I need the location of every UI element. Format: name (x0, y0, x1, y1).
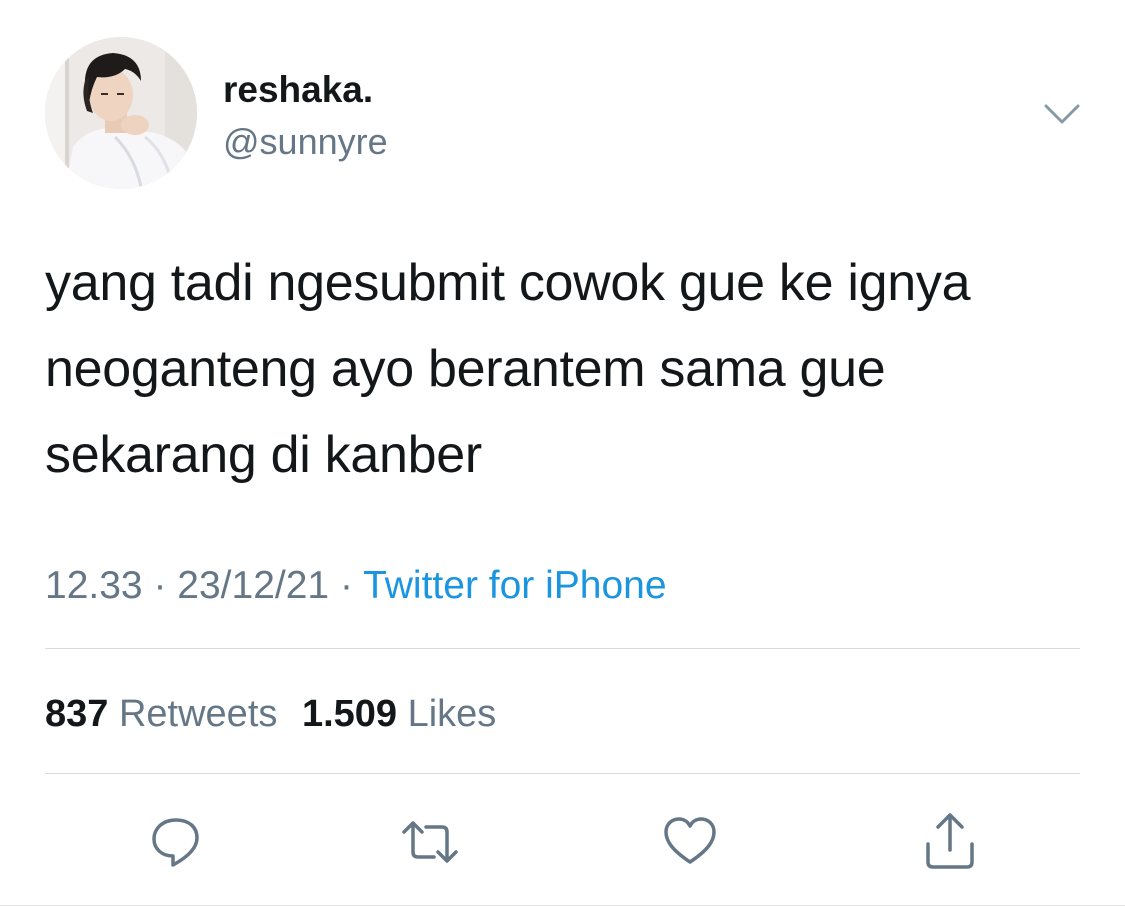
tweet-time: 12.33 (45, 564, 143, 607)
tweet-meta: 12.33 · 23/12/21 · Twitter for iPhone (45, 562, 667, 610)
likes-stat[interactable]: 1.509 Likes (302, 693, 496, 735)
likes-count: 1.509 (301, 693, 398, 735)
meta-separator: · (339, 564, 353, 607)
likes-label: Likes (407, 693, 497, 735)
retweets-label: Retweets (118, 693, 278, 735)
retweet-icon (402, 821, 458, 863)
chevron-down-icon (1044, 104, 1080, 124)
retweets-count: 837 (45, 693, 109, 735)
display-name[interactable]: reshaka. (223, 68, 373, 112)
more-options-button[interactable] (1040, 96, 1084, 132)
tweet-date: 23/12/21 (177, 564, 330, 607)
engagement-stats: 837 Retweets 1.509 Likes (45, 690, 496, 738)
share-icon (926, 813, 974, 869)
like-icon (664, 817, 716, 864)
reply-button[interactable] (146, 812, 206, 872)
share-button[interactable] (920, 812, 980, 872)
like-button[interactable] (660, 812, 720, 872)
divider (45, 648, 1080, 649)
user-handle[interactable]: @sunnyre (223, 120, 388, 164)
meta-separator: · (153, 564, 167, 607)
retweets-stat[interactable]: 837 Retweets (45, 693, 277, 735)
reply-icon (152, 818, 199, 867)
retweet-button[interactable] (400, 812, 460, 872)
tweet-detail: reshaka. @sunnyre yang tadi ngesubmit co… (0, 0, 1125, 907)
avatar-image (45, 37, 197, 189)
divider (45, 773, 1080, 774)
bottom-divider (0, 905, 1125, 906)
tweet-source-link[interactable]: Twitter for iPhone (363, 564, 666, 607)
avatar[interactable] (45, 37, 197, 189)
tweet-text: yang tadi ngesubmit cowok gue ke ignya n… (45, 254, 971, 484)
